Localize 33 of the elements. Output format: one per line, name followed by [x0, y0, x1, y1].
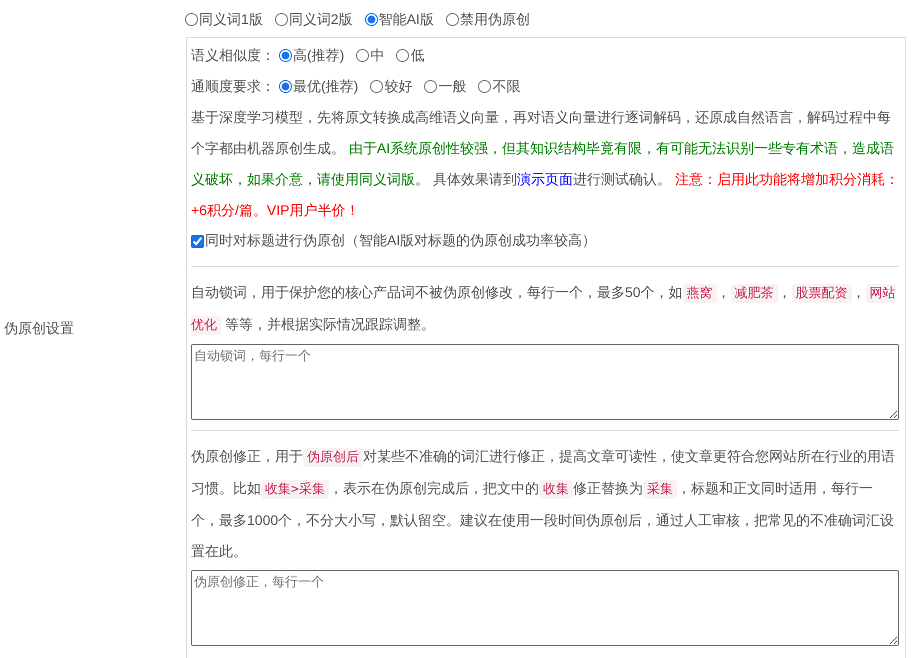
radio-button[interactable]: [370, 80, 384, 93]
radio-button[interactable]: [446, 13, 459, 26]
option-label[interactable]: 较好: [384, 78, 412, 96]
radio-button[interactable]: [279, 49, 292, 62]
checkbox[interactable]: [191, 234, 204, 248]
description-text: 自动锁词，用于保护您的核心产品词不被伪原创修改，每行一个，最多50个，如 燕窝 ， 减肥茶 ， 股票配资 ， 网站优化 等等，并根据实际情况跟踪调整。: [191, 283, 897, 337]
description-text: 伪原创修正，用于 伪原创后 对某些不准确的词汇进行修正，提高文章可读性，使文章更符合您网站所在行业的用语习惯。比如 收集>采集 ，表示在伪原创完成后，把文中的 收集 修正替换为 采集 ，标题和正文同时适用，每行一个，最多1000个，不分大小写，默认留空。建议在使用一段时间伪原创后，通过人工审核，把常见的不准确词汇设置在此。: [191, 447, 896, 561]
field-label: 通顺度要求：: [191, 78, 275, 96]
radio-button[interactable]: [279, 80, 292, 93]
radio-button[interactable]: [274, 13, 288, 26]
radio-button[interactable]: [478, 80, 492, 93]
text-area[interactable]: 自动锁词，每行一个: [191, 344, 899, 420]
option-label[interactable]: 禁用伪原创: [460, 10, 530, 28]
option-label[interactable]: 中: [370, 46, 384, 64]
checkbox-label[interactable]: 同时对标题进行伪原创（智能AI版对标题的伪原创成功率较高）: [205, 232, 596, 250]
option-label[interactable]: 不限: [492, 78, 520, 96]
option-label[interactable]: 同义词2版: [288, 10, 353, 28]
radio-button[interactable]: [424, 80, 438, 93]
description-text: 基于深度学习模型，先将原文转换成高维语义向量，再对语义向量进行逐词解码，还原成自然语言，解码过程中每个字都由机器原创生成。 由于AI系统原创性较强，但其知识结构毕竟有限，有可能无法识别一些专有术语，造成语义破坏，如果介意，请使用同义词版。 具体效果请到演示页面进行测试确认。 注意：启用此功能将增加积分消耗：+6积分/篇。VIP用户半价！: [191, 108, 899, 220]
field-label: 语义相似度：: [191, 46, 275, 64]
radio-button[interactable]: [356, 49, 370, 62]
radio-button[interactable]: [185, 13, 198, 26]
radio-button[interactable]: [396, 49, 410, 62]
option-label[interactable]: 智能AI版: [378, 10, 434, 28]
text-area[interactable]: 伪原创修正，每行一个: [191, 570, 899, 646]
option-label[interactable]: 低: [410, 46, 424, 64]
option-label[interactable]: 一般: [438, 78, 466, 96]
option-label[interactable]: 高(推荐): [293, 46, 344, 64]
section-label: 伪原创设置: [4, 320, 74, 338]
radio-button[interactable]: [364, 13, 378, 26]
demo-link[interactable]: 演示页面: [516, 171, 573, 187]
option-label[interactable]: 同义词1版: [199, 10, 263, 28]
option-label[interactable]: 最优(推荐): [293, 78, 358, 96]
